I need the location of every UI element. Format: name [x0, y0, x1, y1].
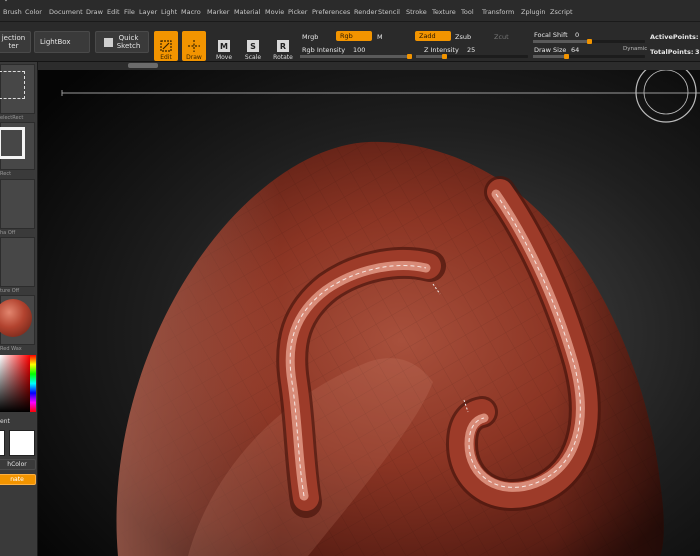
scale-icon: S [247, 40, 259, 52]
clip-rect-tile[interactable] [0, 122, 35, 170]
select-rect-tile[interactable] [0, 64, 35, 114]
quick-sketch-label: Quick Sketch [116, 34, 141, 50]
red-wax-caption: Red Wax [0, 346, 22, 352]
focal-shift-knob[interactable] [586, 39, 592, 44]
menu-transform[interactable]: Transform [482, 8, 514, 16]
m-toggle[interactable]: M [377, 33, 383, 41]
rotate-mode-button[interactable]: R Rotate [271, 31, 295, 61]
select-rect-caption: electRect [0, 115, 24, 121]
menu-stroke[interactable]: Stroke [406, 8, 427, 16]
draw-size-knob[interactable] [564, 54, 570, 59]
select-rect-icon [0, 71, 25, 99]
menu-stencil[interactable]: Stencil [378, 8, 400, 16]
menu-zscript[interactable]: Zscript [550, 8, 573, 16]
menu-zplugin[interactable]: Zplugin [521, 8, 546, 16]
edit-icon [160, 40, 172, 52]
menu-brush[interactable]: Brush [3, 8, 22, 16]
color-picker-square[interactable] [0, 355, 30, 412]
menu-preferences[interactable]: Preferences [312, 8, 350, 16]
focal-shift-label: Focal Shift [534, 31, 568, 39]
hue-strip[interactable] [30, 355, 36, 412]
active-points-label: ActivePoints: [650, 33, 699, 41]
projection-master-button[interactable]: jection ter [0, 31, 31, 53]
texture-off-caption: ture Off [0, 288, 20, 294]
draw-icon [188, 40, 200, 52]
rotate-icon: R [277, 40, 289, 52]
menu-bar: Brush Color Document Draw Edit File Laye… [0, 0, 700, 22]
draw-size-value: 64 [571, 46, 580, 54]
menu-document[interactable]: Document [49, 8, 83, 16]
menu-edit[interactable]: Edit [107, 8, 120, 16]
z-intensity-fill [416, 55, 444, 58]
material-tile[interactable] [0, 295, 35, 345]
menu-tool[interactable]: Tool [461, 8, 474, 16]
sculpt-scene[interactable] [38, 62, 700, 556]
rgb-intensity-slider[interactable] [300, 54, 412, 59]
draw-mode-button[interactable]: Draw [182, 31, 206, 61]
total-points-value: 3 [695, 48, 700, 56]
canvas-viewport[interactable] [38, 62, 700, 556]
top-toolbar: jection ter LightBox Quick Sketch Edit D… [0, 22, 700, 62]
gradient-caption: ent [0, 418, 10, 425]
alpha-tile[interactable] [0, 179, 35, 229]
menu-light[interactable]: Light [161, 8, 177, 16]
rgb-intensity-fill [300, 55, 412, 58]
edit-label: Edit [160, 54, 172, 61]
draw-size-slider[interactable] [533, 54, 645, 59]
draw-size-fill [533, 55, 567, 58]
alpha-off-caption: ha Off [0, 230, 16, 236]
mrgb-toggle[interactable]: Mrgb [302, 33, 318, 41]
scrollbar-thumb[interactable] [128, 63, 158, 68]
z-intensity-value: 25 [467, 46, 476, 54]
menu-render[interactable]: Render [354, 8, 377, 16]
z-intensity-label: Z Intensity [424, 46, 459, 54]
secondary-color-swatch[interactable] [9, 430, 35, 456]
menu-movie[interactable]: Movie [265, 8, 284, 16]
red-wax-material-icon [0, 299, 32, 337]
focal-shift-slider[interactable] [533, 39, 645, 44]
rgb-intensity-value: 100 [353, 46, 366, 54]
switch-color-button[interactable]: hColor [0, 459, 36, 470]
menu-picker[interactable]: Picker [288, 8, 307, 16]
rect-caption: Rect [0, 171, 12, 177]
scale-mode-button[interactable]: S Scale [241, 31, 265, 61]
menu-file[interactable]: File [124, 8, 135, 16]
rect-icon [0, 127, 25, 159]
rgb-intensity-label: Rgb Intensity [302, 46, 346, 54]
rotate-label: Rotate [273, 54, 293, 61]
menu-color[interactable]: Color [25, 8, 42, 16]
menu-material[interactable]: Material [234, 8, 260, 16]
menu-texture[interactable]: Texture [432, 8, 456, 16]
dynamic-toggle[interactable]: Dynamic [623, 46, 647, 52]
move-label: Move [215, 54, 233, 61]
total-points-label: TotalPoints: [650, 48, 694, 56]
move-mode-button[interactable]: M Move [212, 31, 236, 61]
alternate-button[interactable]: nate [0, 474, 36, 485]
left-shelf: electRect Rect ha Off ture Off Red Wax e… [0, 62, 38, 556]
menu-draw[interactable]: Draw [86, 8, 103, 16]
zadd-toggle[interactable]: Zadd [415, 31, 451, 41]
move-icon: M [218, 40, 230, 52]
zsub-toggle[interactable]: Zsub [455, 33, 471, 41]
edit-mode-button[interactable]: Edit [154, 31, 178, 61]
zbrush-logo-icon [5, 0, 7, 2]
z-intensity-knob[interactable] [441, 54, 447, 59]
focal-shift-fill [533, 40, 589, 43]
rgb-toggle[interactable]: Rgb [336, 31, 372, 41]
draw-label: Draw [186, 54, 202, 61]
scale-label: Scale [244, 54, 262, 61]
menu-macro[interactable]: Macro [181, 8, 201, 16]
menu-layer[interactable]: Layer [139, 8, 157, 16]
draw-size-label: Draw Size [534, 46, 567, 54]
menu-marker[interactable]: Marker [207, 8, 229, 16]
quick-sketch-button[interactable]: Quick Sketch [95, 31, 149, 53]
quick-sketch-icon [103, 37, 113, 47]
focal-shift-value: 0 [575, 31, 580, 39]
rgb-intensity-knob[interactable] [407, 54, 412, 59]
zcut-toggle[interactable]: Zcut [494, 33, 509, 41]
texture-tile[interactable] [0, 237, 35, 287]
lightbox-button[interactable]: LightBox [34, 31, 90, 53]
main-color-swatch[interactable] [0, 430, 5, 456]
z-intensity-slider[interactable] [416, 54, 528, 59]
